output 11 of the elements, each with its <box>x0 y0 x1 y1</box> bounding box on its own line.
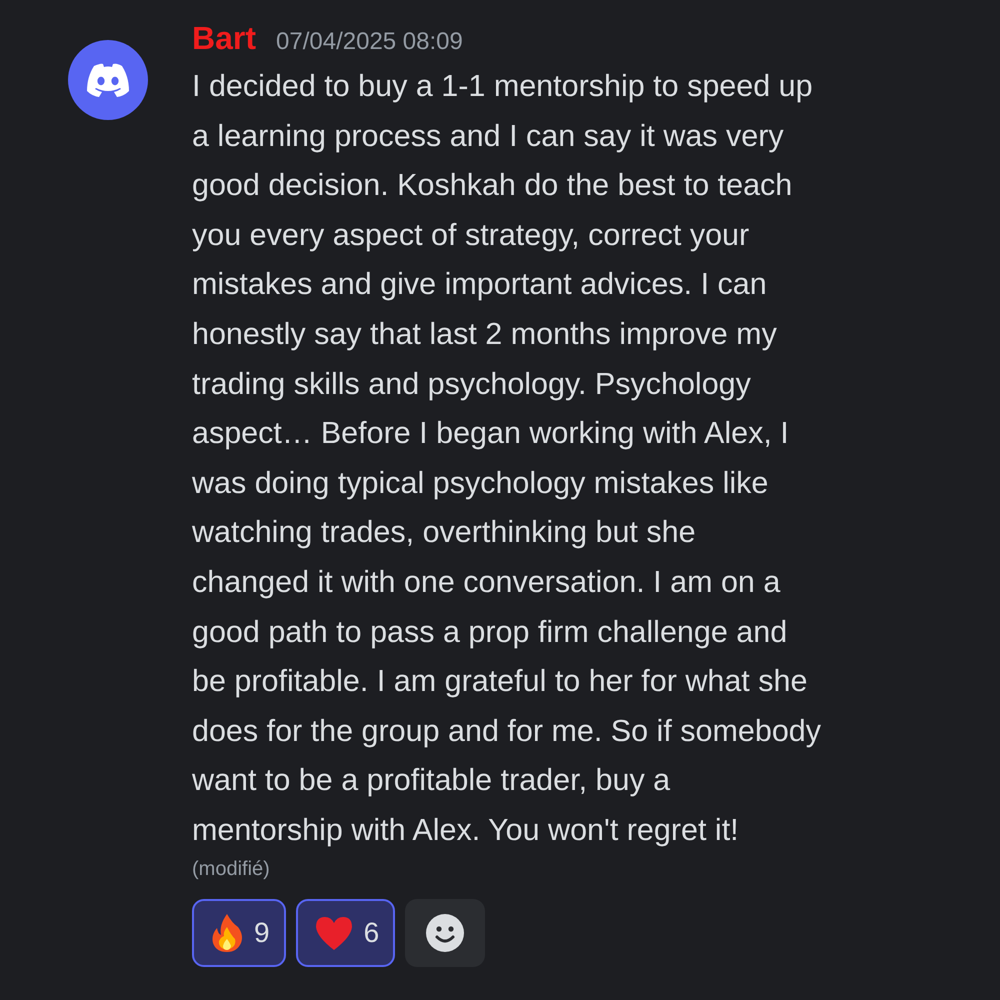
edited-label: (modifié) <box>192 858 271 880</box>
flame-icon <box>210 912 244 952</box>
smiley-icon <box>425 912 466 952</box>
game-controller-icon <box>85 62 131 98</box>
author-name[interactable]: Bart <box>192 20 256 57</box>
message-text: I decided to buy a 1-1 mentorship to speed up a learning process and I can say it was very good decision. Koshkah do the best to teach you every aspect of strategy, correct your mistakes and give important advices. I can honestly say that last 2 months improve my trading skills and psychology. Psychology aspect… Before I began working with Alex, I was doing typical psychology mistakes like watching trades, overthinking but she changed it with one conversation. I am on a good path to pass a prop firm challenge and be profitable. I am grateful to her for what she does for the group and for me. So if somebody want to be a profitable trader, buy a mentorship with Alex. You won't regret it! <box>192 68 822 849</box>
timestamp: 07/04/2025 08:09 <box>276 28 463 56</box>
reaction-button[interactable]: 9 <box>192 898 286 966</box>
reaction-button[interactable]: 6 <box>296 898 396 966</box>
heart-icon <box>314 914 354 950</box>
add-reaction-button[interactable] <box>405 898 486 966</box>
